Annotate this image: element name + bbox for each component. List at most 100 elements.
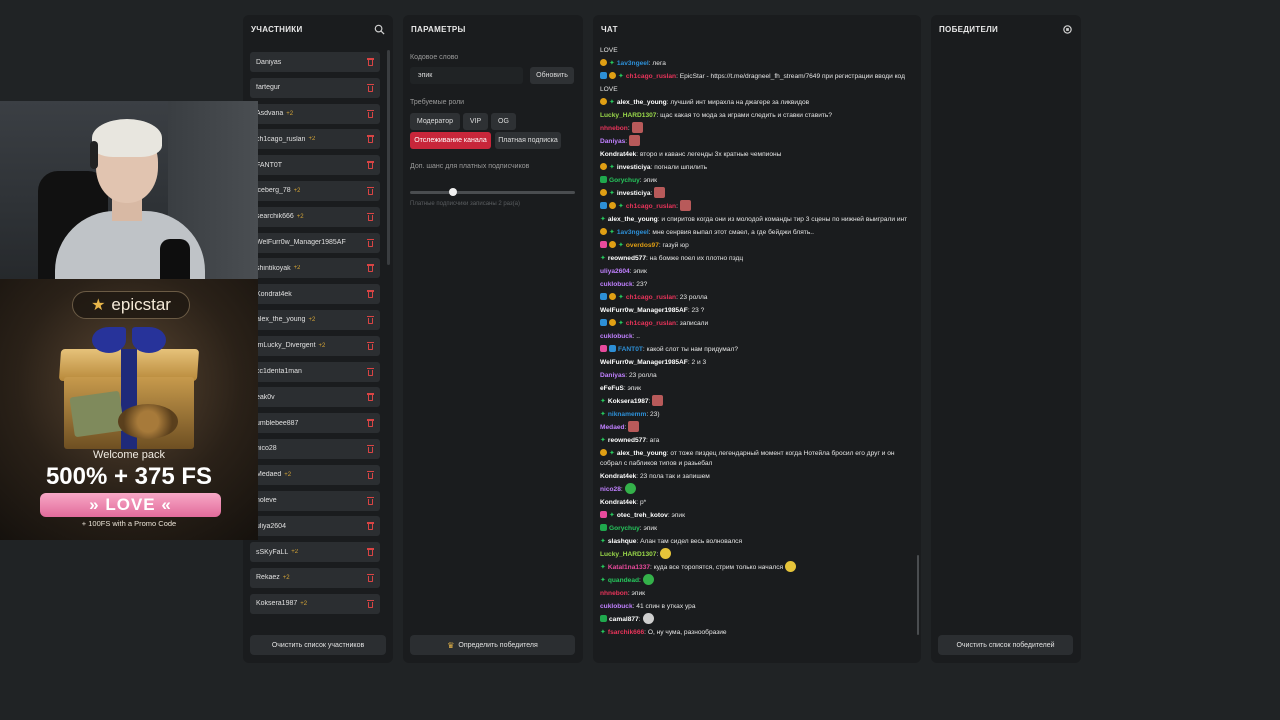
chat-username[interactable]: nhnebon bbox=[600, 590, 628, 597]
trash-icon[interactable] bbox=[367, 419, 374, 428]
trash-icon[interactable] bbox=[367, 264, 374, 273]
chat-messages[interactable]: LOVE ✦ 1av3ngeel: лега ✦ ch1cago_ruslan: Epi… bbox=[600, 44, 912, 658]
trash-icon[interactable] bbox=[367, 393, 374, 402]
role-vip-button[interactable]: VIP bbox=[463, 113, 488, 130]
participant-row[interactable]: Koksera1987 +2 bbox=[250, 593, 380, 614]
chat-username[interactable]: Medaed bbox=[600, 424, 625, 431]
chat-username[interactable]: alex_the_young bbox=[608, 216, 658, 223]
chat-username[interactable]: WelFurr0w_Manager1985AF bbox=[600, 307, 688, 314]
chat-username[interactable]: Kondrat4ek bbox=[600, 499, 636, 506]
trash-icon[interactable] bbox=[367, 58, 374, 66]
chat-username[interactable]: WelFurr0w_Manager1985AF bbox=[600, 359, 688, 366]
chance-slider-knob[interactable] bbox=[448, 188, 457, 196]
chat-username[interactable]: Lucky_HARD1307 bbox=[600, 551, 656, 558]
participant-row[interactable]: noleve bbox=[250, 490, 380, 511]
role-og-button[interactable]: OG bbox=[491, 113, 516, 130]
participant-row[interactable]: FANT0T bbox=[250, 155, 380, 176]
chat-username[interactable]: nico28 bbox=[600, 486, 621, 493]
chat-username[interactable]: ch1cago_ruslan bbox=[626, 203, 676, 210]
trash-icon[interactable] bbox=[367, 341, 374, 350]
participant-row[interactable]: Kondrat4ek bbox=[250, 284, 380, 305]
chat-username[interactable]: Gorychuy bbox=[609, 177, 640, 184]
chat-username[interactable]: ch1cago_ruslan bbox=[626, 73, 676, 80]
role-moderator-button[interactable]: Модератор bbox=[410, 113, 460, 130]
chance-slider-track[interactable] bbox=[410, 191, 575, 194]
chat-username[interactable]: reowned577 bbox=[608, 437, 646, 444]
chat-username[interactable]: eFeFuS bbox=[600, 385, 624, 392]
chat-username[interactable]: quandead bbox=[608, 577, 639, 584]
participant-row[interactable]: Asdvana +2 bbox=[250, 103, 380, 124]
update-button[interactable]: Обновить bbox=[530, 67, 574, 84]
trash-icon[interactable] bbox=[367, 135, 374, 144]
participant-row[interactable]: uliya2604 bbox=[250, 516, 380, 537]
reset-icon[interactable] bbox=[1061, 23, 1073, 35]
clear-winners-button[interactable]: Очистить список победителей bbox=[938, 635, 1073, 655]
participant-row[interactable]: alex_the_young +2 bbox=[250, 309, 380, 330]
chat-username[interactable]: Koksera1987 bbox=[608, 398, 649, 405]
trash-icon[interactable] bbox=[367, 109, 374, 118]
chat-username[interactable]: camal877 bbox=[609, 616, 639, 623]
chat-username[interactable]: Gorychuy bbox=[609, 525, 640, 532]
participant-row[interactable]: sSKyFaLL +2 bbox=[250, 542, 380, 563]
participant-row[interactable]: iceberg_78 +2 bbox=[250, 180, 380, 201]
trash-icon[interactable] bbox=[367, 290, 374, 299]
chat-username[interactable]: cuklobuck bbox=[600, 333, 633, 340]
search-icon[interactable] bbox=[373, 23, 385, 35]
chat-username[interactable]: alex_the_young bbox=[617, 99, 667, 106]
chat-username[interactable]: investiciya bbox=[617, 164, 651, 171]
trash-icon[interactable] bbox=[367, 496, 374, 505]
chat-username[interactable]: Daniyas bbox=[600, 138, 625, 145]
participant-row[interactable]: eak0v bbox=[250, 387, 380, 408]
chat-username[interactable]: slashque bbox=[608, 538, 637, 545]
participants-scrollbar[interactable] bbox=[387, 50, 390, 265]
trash-icon[interactable] bbox=[367, 444, 374, 453]
chat-username[interactable]: otec_treh_kotov bbox=[617, 512, 668, 519]
participant-row[interactable]: ch1cago_ruslan +2 bbox=[250, 129, 380, 150]
participant-row[interactable]: cc1denta1man bbox=[250, 361, 380, 382]
chat-username[interactable]: Katal1na1337 bbox=[608, 564, 650, 571]
mode-paid-sub-button[interactable]: Платная подписка bbox=[495, 132, 561, 149]
chat-username[interactable]: fsarchik666 bbox=[608, 629, 644, 636]
trash-icon[interactable] bbox=[367, 186, 374, 195]
participant-row[interactable]: fartegur bbox=[250, 77, 380, 98]
participant-row[interactable]: shintikoyak +2 bbox=[250, 258, 380, 279]
chat-scrollbar[interactable] bbox=[917, 555, 919, 635]
participant-row[interactable]: nico28 bbox=[250, 438, 380, 459]
trash-icon[interactable] bbox=[367, 238, 374, 247]
chat-username[interactable]: ch1cago_ruslan bbox=[626, 320, 676, 327]
trash-icon[interactable] bbox=[367, 315, 374, 324]
trash-icon[interactable] bbox=[367, 367, 374, 376]
pick-winner-button[interactable]: ♛ Определить победителя bbox=[410, 635, 575, 655]
participant-row[interactable]: searchik666 +2 bbox=[250, 206, 380, 227]
chat-username[interactable]: reowned577 bbox=[608, 255, 646, 262]
chat-username[interactable]: nhnebon bbox=[600, 125, 628, 132]
mode-channel-tracking-button[interactable]: Отслеживание канала bbox=[410, 132, 491, 149]
chat-username[interactable]: ch1cago_ruslan bbox=[626, 294, 676, 301]
trash-icon[interactable] bbox=[367, 599, 374, 608]
chat-username[interactable]: 1av3ngeel bbox=[617, 60, 649, 67]
chat-username[interactable]: overdos97 bbox=[626, 242, 659, 249]
clear-participants-button[interactable]: Очистить список участников bbox=[250, 635, 386, 655]
trash-icon[interactable] bbox=[367, 212, 374, 221]
chat-username[interactable]: alex_the_young bbox=[617, 450, 667, 457]
participant-row[interactable]: umblebee887 bbox=[250, 413, 380, 434]
keyword-input[interactable]: эпик bbox=[410, 67, 523, 84]
trash-icon[interactable] bbox=[367, 573, 374, 582]
chat-username[interactable]: Daniyas bbox=[600, 372, 625, 379]
chat-username[interactable]: niknamemm bbox=[608, 411, 646, 418]
participant-row[interactable]: Medaed +2 bbox=[250, 464, 380, 485]
participant-row[interactable]: imLucky_Divergent +2 bbox=[250, 335, 380, 356]
chat-username[interactable]: uliya2604 bbox=[600, 268, 630, 275]
participant-row[interactable]: Rekaez +2 bbox=[250, 567, 380, 588]
participant-row[interactable]: WelFurr0w_Manager1985AF bbox=[250, 232, 380, 253]
trash-icon[interactable] bbox=[367, 470, 374, 479]
chat-username[interactable]: FANT0T bbox=[618, 346, 643, 353]
trash-icon[interactable] bbox=[367, 83, 374, 92]
chat-username[interactable]: investiciya bbox=[617, 190, 651, 197]
chat-username[interactable]: Lucky_HARD1307 bbox=[600, 112, 656, 119]
chat-username[interactable]: cuklobuck bbox=[600, 603, 633, 610]
participant-row[interactable]: Daniyas bbox=[250, 52, 380, 72]
chat-username[interactable]: cuklobuck bbox=[600, 281, 633, 288]
chat-username[interactable]: Kondrat4ek bbox=[600, 473, 636, 480]
trash-icon[interactable] bbox=[367, 548, 374, 557]
